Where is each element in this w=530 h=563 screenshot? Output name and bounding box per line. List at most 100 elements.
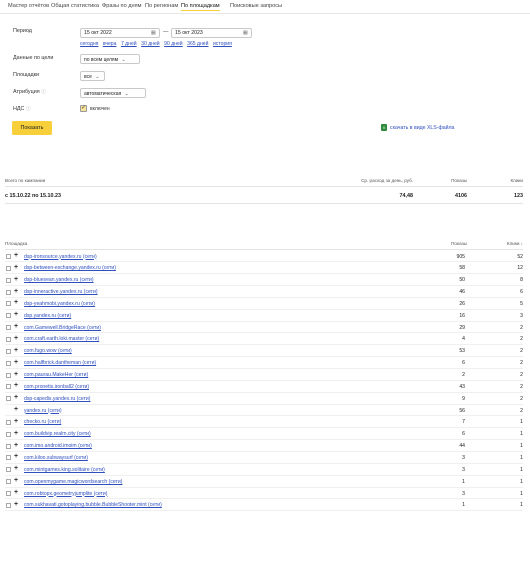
- site-clicks: 2: [520, 383, 523, 390]
- site-link[interactable]: com.kiloo.subwaysurf (сети): [24, 455, 88, 461]
- expand-plus-icon[interactable]: +: [14, 311, 18, 319]
- row-checkbox[interactable]: [6, 313, 11, 319]
- site-clicks: 2: [520, 336, 523, 343]
- row-checkbox[interactable]: [6, 254, 11, 259]
- site-link[interactable]: dsp-between-exchange.yandex.ru (сети): [24, 265, 116, 271]
- row-checkbox[interactable]: [6, 265, 11, 271]
- row-checkbox[interactable]: [6, 443, 11, 449]
- expand-plus-icon[interactable]: +: [14, 359, 18, 367]
- expand-plus-icon[interactable]: +: [14, 489, 18, 497]
- site-link[interactable]: dsp.yandex.ru (сети): [24, 313, 71, 319]
- site-shows: 16: [459, 312, 465, 319]
- row-checkbox[interactable]: [6, 301, 11, 307]
- row-checkbox[interactable]: [6, 289, 11, 295]
- expand-plus-icon[interactable]: +: [14, 347, 18, 355]
- tab-search-queries[interactable]: Поисковые запросы: [230, 3, 282, 9]
- expand-plus-icon[interactable]: +: [14, 430, 18, 438]
- period-30-days-link[interactable]: 30 дней: [141, 41, 160, 47]
- row-checkbox[interactable]: [6, 455, 11, 461]
- expand-plus-icon[interactable]: +: [14, 442, 18, 450]
- expand-plus-icon[interactable]: +: [14, 406, 18, 414]
- help-icon[interactable]: ⓘ: [26, 106, 31, 111]
- site-link[interactable]: com.mintgames.king.solitaire (сети): [24, 467, 105, 473]
- tab-by-region[interactable]: По регионам: [145, 3, 178, 9]
- site-link[interactable]: com.paurau.MakeHer (сети): [24, 372, 88, 378]
- table-header-shows[interactable]: Показы: [451, 241, 467, 246]
- expand-plus-icon[interactable]: +: [14, 477, 18, 485]
- site-clicks: 1: [520, 478, 523, 485]
- download-xls-link[interactable]: скачать в виде XLS-файла: [390, 125, 454, 131]
- table-row: + com.sukhavati.gotoplaying.bubble.Bubble…: [5, 500, 523, 512]
- expand-plus-icon[interactable]: +: [14, 394, 18, 402]
- period-90-days-link[interactable]: 90 дней: [164, 41, 183, 47]
- row-checkbox[interactable]: [6, 431, 11, 437]
- site-link[interactable]: com.imo.android.imoim (сети): [24, 443, 92, 449]
- row-checkbox[interactable]: [6, 491, 11, 496]
- expand-plus-icon[interactable]: +: [14, 276, 18, 284]
- period-365-days-link[interactable]: 365 дней: [187, 41, 208, 47]
- row-checkbox[interactable]: [6, 467, 11, 473]
- row-checkbox[interactable]: [6, 372, 11, 378]
- show-button[interactable]: Показать: [12, 121, 52, 135]
- period-yesterday-link[interactable]: вчера: [103, 41, 117, 47]
- tab-phrases-by-day[interactable]: Фразы по дням: [102, 3, 141, 9]
- row-checkbox[interactable]: [6, 384, 11, 390]
- expand-plus-icon[interactable]: +: [14, 323, 18, 331]
- date-to-field[interactable]: 15 окт 2023 ▦: [171, 28, 252, 38]
- expand-plus-icon[interactable]: +: [14, 453, 18, 461]
- table-header-clicks-sorted[interactable]: Клики ↓: [507, 241, 523, 246]
- expand-plus-icon[interactable]: +: [14, 371, 18, 379]
- row-checkbox[interactable]: [6, 479, 11, 485]
- period-today-link[interactable]: сегодня: [80, 41, 98, 47]
- period-7-days-link[interactable]: 7 дней: [121, 41, 137, 47]
- tab-general-stats[interactable]: Общая статистика: [51, 3, 99, 9]
- site-link[interactable]: checko.ru (сети): [24, 419, 61, 425]
- site-link[interactable]: com.pronetis.ironball2 (сети): [24, 384, 89, 390]
- table-row: + dsp-yeahmobi.yandex.ru (сети) 26 5: [5, 298, 523, 310]
- expand-plus-icon[interactable]: +: [14, 382, 18, 390]
- expand-plus-icon[interactable]: +: [14, 299, 18, 307]
- row-checkbox[interactable]: [6, 502, 11, 508]
- site-link[interactable]: dsp-ironsource.yandex.ru (сети): [24, 254, 97, 260]
- site-link[interactable]: dsp-capedis.yandex.ru (сети): [24, 396, 90, 402]
- row-checkbox[interactable]: [6, 360, 11, 366]
- goal-select[interactable]: по всем целям ⌄: [80, 54, 140, 64]
- goal-select-value: по всем целям: [84, 56, 119, 63]
- site-link[interactable]: com.sukhavati.gotoplaying.bubble.BubbleS…: [24, 502, 162, 508]
- help-icon[interactable]: ⓘ: [41, 89, 46, 94]
- vat-checkbox[interactable]: ✓: [80, 105, 87, 112]
- site-link[interactable]: dsp-bluesean.yandex.ru (сети): [24, 277, 94, 283]
- row-checkbox[interactable]: [6, 419, 11, 425]
- attribution-label-text: Атрибуция: [13, 89, 40, 95]
- expand-plus-icon[interactable]: +: [14, 288, 18, 296]
- site-link[interactable]: com.craft.earth.loki.master (сети): [24, 336, 99, 342]
- site-link[interactable]: com.fugo.wow (сети): [24, 348, 72, 354]
- expand-plus-icon[interactable]: +: [14, 465, 18, 473]
- tab-report-master[interactable]: Мастер отчётов: [8, 3, 49, 9]
- expand-plus-icon[interactable]: +: [14, 335, 18, 343]
- expand-plus-icon[interactable]: +: [14, 264, 18, 272]
- expand-plus-icon[interactable]: +: [14, 418, 18, 426]
- site-shows: 46: [459, 289, 465, 296]
- date-from-field[interactable]: 15 окт 2022 ▦: [80, 28, 160, 38]
- row-checkbox[interactable]: [6, 277, 11, 283]
- site-link[interactable]: com.buildvip.realm.city (сети): [24, 431, 91, 437]
- site-link[interactable]: dsp-inneractive.yandex.ru (сети): [24, 289, 98, 295]
- sites-select[interactable]: все ⌄: [80, 71, 105, 81]
- site-clicks: 3: [520, 312, 523, 319]
- site-link[interactable]: com.openmygame.magicwordsearch (сети): [24, 479, 122, 485]
- site-link[interactable]: com.Gamewell.BridgeRace (сети): [24, 325, 101, 331]
- site-link[interactable]: com.halfbrick.dantheman (сети): [24, 360, 96, 366]
- row-checkbox[interactable]: [6, 325, 11, 331]
- attribution-select[interactable]: автоматическая ⌄: [80, 88, 146, 98]
- site-link[interactable]: dsp-yeahmobi.yandex.ru (сети): [24, 301, 95, 307]
- expand-plus-icon[interactable]: +: [14, 252, 18, 260]
- expand-plus-icon[interactable]: +: [14, 501, 18, 509]
- row-checkbox[interactable]: [6, 336, 11, 342]
- tab-by-site[interactable]: По площадкам: [181, 3, 220, 11]
- row-checkbox[interactable]: [6, 348, 11, 354]
- row-checkbox[interactable]: [6, 396, 11, 402]
- site-link[interactable]: com.robtopx.geometryjumplite (сети): [24, 491, 107, 497]
- site-link[interactable]: yandex.ru (сети): [24, 408, 62, 414]
- period-history-link[interactable]: история: [213, 41, 232, 47]
